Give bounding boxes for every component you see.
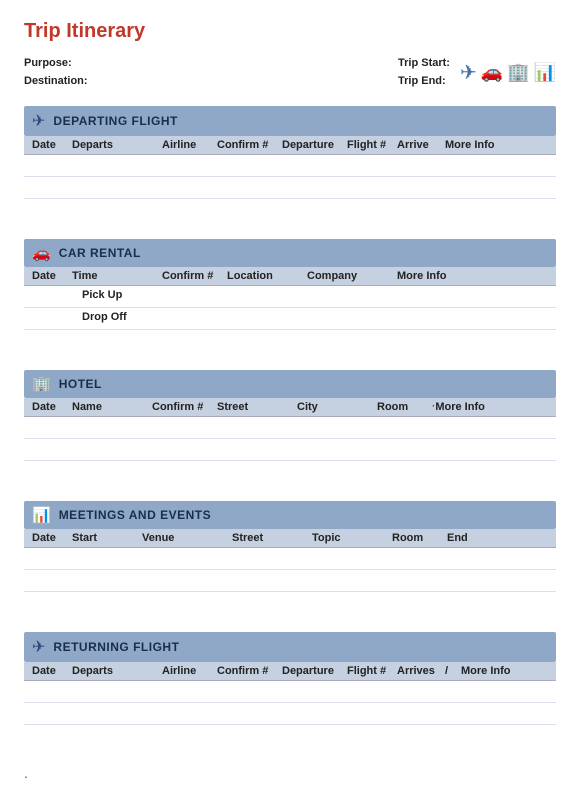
- dropoff-label: Drop Off: [82, 311, 172, 326]
- returning-flight-header: ✈ RETURNING FLIGHT: [24, 632, 556, 662]
- ret-col-departs: Departs: [72, 665, 162, 677]
- returning-row-1: [24, 681, 556, 703]
- departing-row-3: [24, 199, 556, 221]
- departing-row-2: [24, 177, 556, 199]
- dep-col-departure: Departure: [282, 139, 347, 151]
- meta-left: Purpose: Destination:: [24, 55, 88, 90]
- hotel-col-headers: Date Name Confirm # Street City Room · M…: [24, 398, 556, 417]
- trip-icons-row: ✈ 🚗 🏢 📊: [460, 60, 556, 85]
- hotel-icon: 🏢: [32, 375, 51, 393]
- departing-col-headers: Date Departs Airline Confirm # Departure…: [24, 136, 556, 155]
- chart-icon: 📊: [534, 62, 556, 83]
- departing-flight-header: ✈ DEPARTING FLIGHT: [24, 106, 556, 136]
- car-icon: 🚗: [481, 62, 503, 83]
- trip-start-label: Trip Start:: [398, 57, 450, 69]
- car-rental-header: 🚗 CAR RENTAL: [24, 239, 556, 267]
- meetings-row-1: [24, 548, 556, 570]
- dep-col-arrive: Arrive: [397, 139, 445, 151]
- hotel-col-moreinfo: More Info: [435, 401, 548, 413]
- departing-flight-section: ✈ DEPARTING FLIGHT Date Departs Airline …: [24, 106, 556, 221]
- trip-dates-labels: Trip Start: Trip End:: [398, 55, 450, 90]
- meetings-row-3: [24, 592, 556, 614]
- car-col-location: Location: [227, 270, 307, 282]
- destination-label: Destination:: [24, 75, 88, 87]
- ret-col-sep: /: [445, 665, 461, 677]
- hotel-col-room: Room: [377, 401, 432, 413]
- meta-section: Purpose: Destination: Trip Start: Trip E…: [24, 55, 556, 90]
- car-pickup-row: Pick Up: [24, 286, 556, 308]
- hotel-col-street: Street: [217, 401, 297, 413]
- departing-row-1: [24, 155, 556, 177]
- car-col-headers: Date Time Confirm # Location Company Mor…: [24, 267, 556, 286]
- ret-col-date: Date: [32, 665, 72, 677]
- dep-col-moreinfo: More Info: [445, 139, 548, 151]
- hotel-col-confirm: Confirm #: [152, 401, 217, 413]
- returning-row-3: [24, 725, 556, 747]
- hotel-row-2: [24, 439, 556, 461]
- departing-flight-title: DEPARTING FLIGHT: [53, 114, 177, 128]
- car-row-3: [24, 330, 556, 352]
- purpose-label: Purpose:: [24, 57, 72, 69]
- dep-col-date: Date: [32, 139, 72, 151]
- dep-col-airline: Airline: [162, 139, 217, 151]
- hotel-col-city: City: [297, 401, 377, 413]
- car-rental-section: 🚗 CAR RENTAL Date Time Confirm # Locatio…: [24, 239, 556, 352]
- ret-col-airline: Airline: [162, 665, 217, 677]
- meet-col-venue: Venue: [142, 532, 232, 544]
- building-icon: 🏢: [507, 62, 529, 83]
- car-rental-title: CAR RENTAL: [59, 246, 141, 260]
- plane-icon: ✈: [460, 60, 477, 85]
- car-dropoff-row: Drop Off: [24, 308, 556, 330]
- meetings-col-headers: Date Start Venue Street Topic Room End: [24, 529, 556, 548]
- hotel-title: HOTEL: [59, 377, 102, 391]
- meet-col-topic: Topic: [312, 532, 392, 544]
- car-rental-icon: 🚗: [32, 244, 51, 262]
- meetings-icon: 📊: [32, 506, 51, 524]
- returning-col-headers: Date Departs Airline Confirm # Departure…: [24, 662, 556, 681]
- returning-plane-icon: ✈: [32, 637, 45, 657]
- hotel-header: 🏢 HOTEL: [24, 370, 556, 398]
- dep-col-confirm: Confirm #: [217, 139, 282, 151]
- car-col-moreinfo: More Info: [397, 270, 548, 282]
- hotel-row-1: [24, 417, 556, 439]
- meet-col-room: Room: [392, 532, 447, 544]
- ret-col-arrives: Arrives: [397, 665, 445, 677]
- car-col-date: Date: [32, 270, 72, 282]
- footer-dot: .: [24, 765, 556, 781]
- meet-col-start: Start: [72, 532, 142, 544]
- hotel-row-3: [24, 461, 556, 483]
- ret-col-moreinfo: More Info: [461, 665, 548, 677]
- dep-col-flightno: Flight #: [347, 139, 397, 151]
- meta-right: Trip Start: Trip End: ✈ 🚗 🏢 📊: [398, 55, 556, 90]
- trip-dates-row: Trip Start: Trip End: ✈ 🚗 🏢 📊: [398, 55, 556, 90]
- dep-col-departs: Departs: [72, 139, 162, 151]
- meetings-header: 📊 MEETINGS AND EVENTS: [24, 501, 556, 529]
- meetings-row-2: [24, 570, 556, 592]
- hotel-col-date: Date: [32, 401, 72, 413]
- ret-col-departure: Departure: [282, 665, 347, 677]
- car-col-company: Company: [307, 270, 397, 282]
- trip-end-label: Trip End:: [398, 75, 446, 87]
- meet-col-end: End: [447, 532, 548, 544]
- pickup-label: Pick Up: [82, 289, 172, 304]
- returning-flight-title: RETURNING FLIGHT: [53, 640, 179, 654]
- returning-flight-section: ✈ RETURNING FLIGHT Date Departs Airline …: [24, 632, 556, 747]
- hotel-section: 🏢 HOTEL Date Name Confirm # Street City …: [24, 370, 556, 483]
- ret-col-confirm: Confirm #: [217, 665, 282, 677]
- car-col-time: Time: [72, 270, 162, 282]
- page-title: Trip Itinerary: [24, 20, 556, 43]
- meetings-section: 📊 MEETINGS AND EVENTS Date Start Venue S…: [24, 501, 556, 614]
- meet-col-date: Date: [32, 532, 72, 544]
- departing-plane-icon: ✈: [32, 111, 45, 131]
- meet-col-street: Street: [232, 532, 312, 544]
- meetings-title: MEETINGS AND EVENTS: [59, 508, 211, 522]
- hotel-col-name: Name: [72, 401, 152, 413]
- ret-col-flightno: Flight #: [347, 665, 397, 677]
- car-col-confirm: Confirm #: [162, 270, 227, 282]
- returning-row-2: [24, 703, 556, 725]
